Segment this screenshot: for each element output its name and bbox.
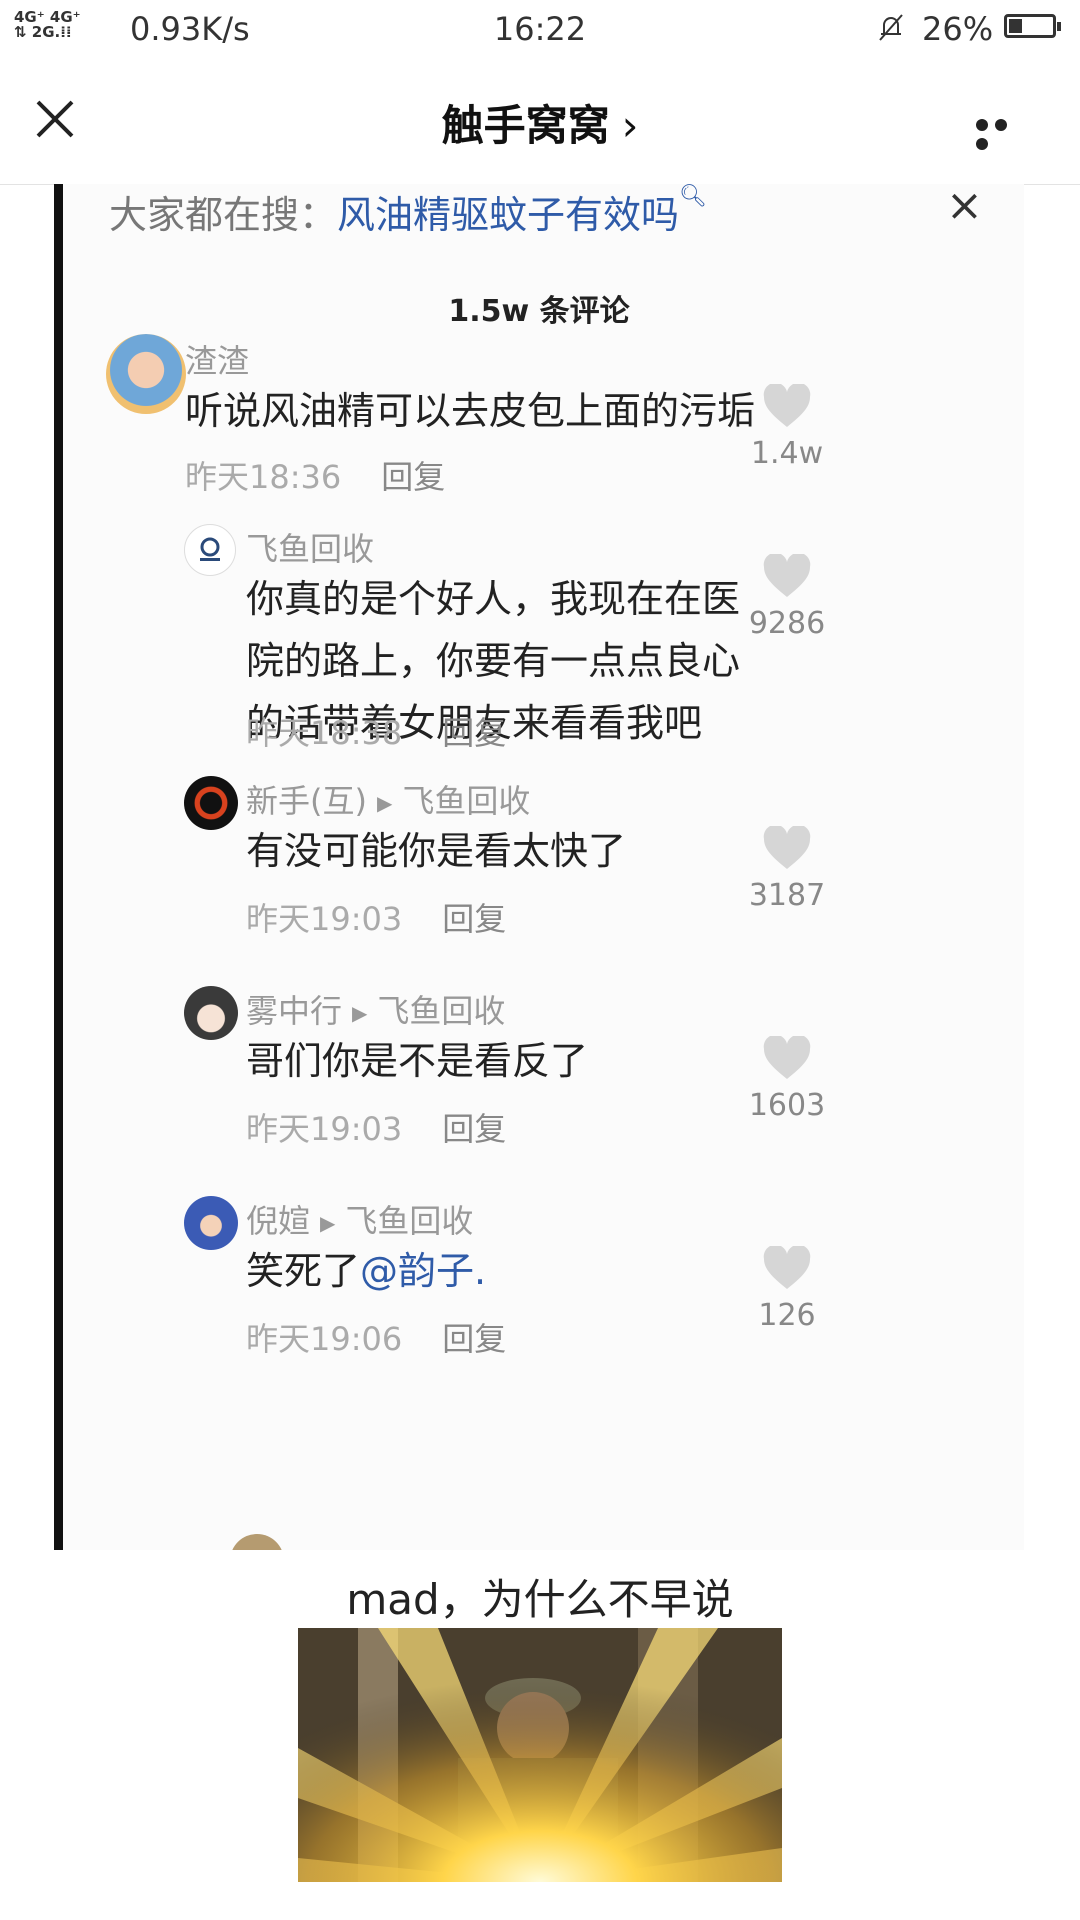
- reply-to-user[interactable]: 飞鱼回收: [345, 1202, 473, 1240]
- like-control[interactable]: 1603: [737, 1036, 837, 1123]
- reply-to-user[interactable]: 飞鱼回收: [377, 992, 505, 1030]
- more-dot-icon: [976, 119, 988, 131]
- comment-username[interactable]: 渣渣: [185, 336, 249, 382]
- like-count: 126: [758, 1298, 816, 1333]
- status-bar: 4G⁺ 4G⁺ ⇅ 2G.⁞⁞ 0.93K/s 16:22 26%: [0, 0, 1080, 56]
- reply-button[interactable]: 回复: [442, 1320, 506, 1358]
- baby-avatar[interactable]: [106, 334, 186, 414]
- like-count: 1603: [748, 1088, 826, 1123]
- reply-arrow-icon: ▶: [320, 1211, 336, 1235]
- reply-arrow-icon: ▶: [376, 791, 393, 815]
- embedded-comment-screenshot: 大家都在搜：风油精驱蚊子有效吗🔍︎ × 1.5w 条评论 渣渣 听说风油精可以去…: [54, 184, 1024, 1550]
- like-control[interactable]: 9286: [737, 554, 837, 641]
- heart-icon[interactable]: [762, 1036, 812, 1080]
- heart-icon[interactable]: [762, 554, 812, 598]
- clock: 16:22: [493, 10, 587, 48]
- comment-meta: 昨天19:03 回复: [246, 1104, 506, 1150]
- reply-to-user[interactable]: 飞鱼回收: [402, 782, 530, 820]
- comment-meta: 昨天19:06 回复: [246, 1314, 506, 1360]
- mute-bell-icon: [879, 14, 903, 41]
- heart-icon[interactable]: [762, 826, 812, 870]
- comment-text-content: 笑死了: [246, 1249, 361, 1293]
- comment-time: 昨天18:38: [246, 714, 403, 752]
- comment-time: 昨天19:03: [246, 1110, 403, 1148]
- comment-username[interactable]: 新手(互) ▶ 飞鱼回收: [246, 776, 530, 822]
- more-menu-button[interactable]: [976, 116, 1032, 150]
- account-title[interactable]: 触手窝窝 ›: [0, 92, 1080, 153]
- golden-light-meme-illustration: [298, 1628, 782, 1882]
- teletubby-avatar[interactable]: [184, 1196, 238, 1250]
- comment-meta: 昨天18:36 回复: [185, 452, 445, 498]
- fish-logo-icon: [200, 537, 220, 561]
- heart-icon[interactable]: [762, 384, 812, 428]
- comment-text: 听说风油精可以去皮包上面的污垢: [185, 389, 756, 433]
- comment-count: 1.5w 条评论: [448, 294, 630, 329]
- mention-link[interactable]: @韵子.: [360, 1249, 486, 1293]
- reply-arrow-icon: ▶: [352, 1001, 368, 1025]
- logo-avatar[interactable]: [184, 524, 236, 576]
- search-prefix: 大家都在搜：: [109, 193, 338, 237]
- username-text: 倪媗: [246, 1202, 311, 1240]
- more-dot-icon: [976, 138, 988, 150]
- like-control[interactable]: 3187: [737, 826, 837, 913]
- partial-avatar: [230, 1534, 284, 1550]
- battery-icon: [1004, 14, 1061, 38]
- nav-bar: 触手窝窝 ›: [0, 56, 1080, 185]
- search-close-icon[interactable]: ×: [946, 184, 983, 231]
- like-control[interactable]: 1.4w: [737, 384, 837, 471]
- meme-image: [298, 1628, 782, 1882]
- reply-button[interactable]: 回复: [381, 458, 445, 496]
- search-query[interactable]: 风油精驱蚊子有效吗: [337, 193, 679, 237]
- comment-meta: 昨天19:03 回复: [246, 894, 506, 940]
- comment-username[interactable]: 倪媗 ▶ 飞鱼回收: [246, 1196, 473, 1242]
- comment-meta: 昨天18:38 回复: [246, 708, 506, 754]
- like-count: 3187: [748, 878, 826, 913]
- like-count: 1.4w: [750, 436, 824, 471]
- reply-button[interactable]: 回复: [442, 900, 506, 938]
- comment-time: 昨天18:36: [185, 458, 342, 496]
- reply-button[interactable]: 回复: [442, 714, 506, 752]
- username-text: 雾中行: [246, 992, 343, 1030]
- search-icon: 🔍︎: [679, 184, 707, 209]
- more-dot-icon: [995, 119, 1007, 131]
- like-control[interactable]: 126: [737, 1246, 837, 1333]
- comment-time: 昨天19:06: [246, 1320, 403, 1358]
- battery-percent: 26%: [922, 10, 994, 48]
- like-count: 9286: [748, 606, 826, 641]
- left-border: [54, 184, 63, 1550]
- comment-time: 昨天19:03: [246, 900, 403, 938]
- heart-icon[interactable]: [762, 1246, 812, 1290]
- ring-avatar[interactable]: [184, 776, 238, 830]
- reply-button[interactable]: 回复: [442, 1110, 506, 1148]
- meme-caption: mad，为什么不早说: [346, 1575, 734, 1624]
- anime-avatar[interactable]: [184, 986, 238, 1040]
- title-text: 触手窝窝: [441, 101, 610, 150]
- username-text: 新手(互): [246, 782, 367, 820]
- comment-username[interactable]: 雾中行 ▶ 飞鱼回收: [246, 986, 505, 1032]
- search-suggestion[interactable]: 大家都在搜：风油精驱蚊子有效吗🔍︎: [109, 184, 707, 239]
- chevron-right-icon: ›: [621, 101, 639, 150]
- comment-username[interactable]: 飞鱼回收: [246, 524, 374, 570]
